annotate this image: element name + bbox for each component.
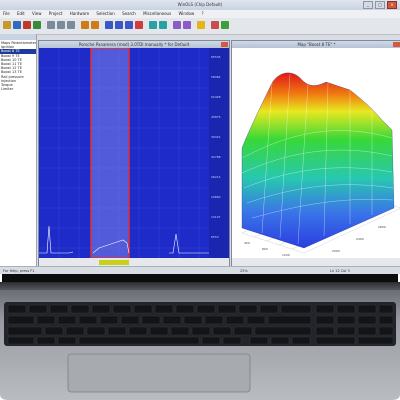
hex-2d-plot[interactable]: 65535 58982 52428 45875 39321 32768 26214 19…: [39, 47, 229, 267]
svg-text:13107: 13107: [211, 215, 221, 219]
close-project-icon[interactable]: [23, 21, 31, 29]
svg-text:400: 400: [244, 241, 250, 245]
window-icon[interactable]: [183, 21, 191, 29]
svg-text:65535: 65535: [211, 55, 221, 59]
svg-text:19660: 19660: [211, 195, 221, 199]
svg-text:32768: 32768: [211, 155, 221, 159]
menu-help[interactable]: ?: [199, 10, 207, 17]
svg-text:52428: 52428: [211, 95, 221, 99]
menu-bar: File Edit View Project Hardware Selectio…: [0, 10, 400, 18]
map-icon[interactable]: [149, 21, 157, 29]
svg-text:2400: 2400: [356, 237, 364, 241]
status-bar: For Help, press F1 25% Ln 12 Col 3: [0, 266, 400, 274]
flag-icon[interactable]: [211, 21, 219, 29]
window-controls: _ □ ×: [363, 1, 397, 9]
screen: WinOLS (Chip Default) _ □ × File Edit Vi…: [0, 0, 400, 274]
redo-icon[interactable]: [91, 21, 99, 29]
panel-header: [0, 34, 36, 40]
svg-text:2800: 2800: [378, 225, 386, 229]
svg-text:45875: 45875: [211, 115, 221, 119]
map-3d-plot[interactable]: 400800 12001600 20002400 2800: [232, 48, 400, 267]
map-window-close-button[interactable]: [393, 42, 400, 47]
svg-text:39321: 39321: [211, 135, 221, 139]
paste-icon[interactable]: [67, 21, 75, 29]
open-icon[interactable]: [3, 21, 11, 29]
checked-icon[interactable]: [221, 21, 229, 29]
menu-view[interactable]: View: [29, 10, 45, 17]
status-zoom: 25%: [240, 269, 248, 273]
status-right: Ln 12 Col 3: [330, 269, 350, 273]
3d-view-icon[interactable]: [135, 21, 143, 29]
list-item[interactable]: Limiter: [0, 87, 36, 91]
hex-window-titlebar: Porsche Panamera (mod) 3.0TDI manually *…: [39, 41, 229, 48]
toolbar: [0, 18, 400, 35]
svg-text:800: 800: [262, 247, 268, 251]
project-panel: Maps Potentiometer Ignition Boost 8 TE B…: [0, 34, 37, 268]
menu-project[interactable]: Project: [46, 10, 66, 17]
laptop: WinOLS (Chip Default) _ □ × File Edit Vi…: [0, 0, 400, 400]
search-icon[interactable]: [105, 21, 113, 29]
map-window-titlebar: Map "Boost 8 TE" *: [232, 41, 400, 48]
value-axis: [209, 48, 229, 258]
help-icon[interactable]: [197, 21, 205, 29]
undo-icon[interactable]: [81, 21, 89, 29]
hex-window-close-button[interactable]: [221, 42, 228, 47]
settings-icon[interactable]: [173, 21, 181, 29]
touchpad[interactable]: [67, 353, 251, 393]
svg-text:2000: 2000: [332, 249, 340, 253]
checksum-icon[interactable]: [159, 21, 167, 29]
menu-selection[interactable]: Selection: [93, 10, 117, 17]
svg-text:6553: 6553: [211, 235, 219, 239]
hex-window-title: Porsche Panamera (mod) 3.0TDI manually *…: [78, 42, 190, 47]
menu-edit[interactable]: Edit: [14, 10, 28, 17]
hex-scroll-thumb[interactable]: [99, 260, 129, 265]
menu-search[interactable]: Search: [119, 10, 139, 17]
hex-window: Porsche Panamera (mod) 3.0TDI manually *…: [38, 40, 230, 268]
2d-view-icon[interactable]: [125, 21, 133, 29]
menu-file[interactable]: File: [0, 10, 13, 17]
cut-icon[interactable]: [47, 21, 55, 29]
menu-misc[interactable]: Miscellaneous: [140, 10, 174, 17]
map-window-title: Map "Boost 8 TE" *: [297, 42, 336, 47]
svg-text:58982: 58982: [211, 75, 221, 79]
copy-icon[interactable]: [57, 21, 65, 29]
app-titlebar: WinOLS (Chip Default) _ □ ×: [0, 0, 400, 10]
map-window: Map "Boost 8 TE" * 400 800 1200 2000 240…: [231, 40, 400, 268]
close-button[interactable]: ×: [387, 1, 397, 9]
import-icon[interactable]: [33, 21, 41, 29]
svg-text:1200: 1200: [282, 253, 290, 257]
menu-window[interactable]: Window: [175, 10, 197, 17]
selected-region: [91, 48, 129, 258]
status-left: For Help, press F1: [3, 269, 35, 273]
hex-view-icon[interactable]: [115, 21, 123, 29]
app-title: WinOLS (Chip Default): [177, 2, 223, 7]
maximize-button[interactable]: □: [375, 1, 385, 9]
menu-hardware[interactable]: Hardware: [67, 10, 92, 17]
laptop-base: [0, 282, 400, 400]
save-icon[interactable]: [13, 21, 21, 29]
svg-text:26214: 26214: [211, 175, 221, 179]
minimize-button[interactable]: _: [363, 1, 373, 9]
